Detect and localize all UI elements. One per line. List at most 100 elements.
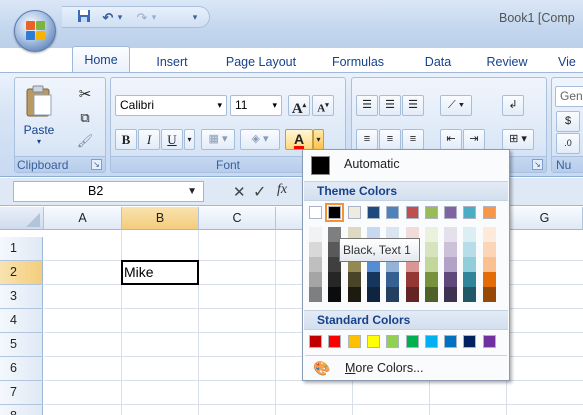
column-header-g[interactable]: G [507, 207, 583, 230]
alignment-launcher-icon[interactable]: ↘ [532, 159, 543, 170]
merge-center-icon[interactable]: ⊞ ▾ [502, 129, 534, 150]
theme-shade-swatch[interactable] [347, 287, 361, 302]
clipboard-launcher-icon[interactable]: ↘ [91, 159, 102, 170]
align-middle-icon[interactable]: ☰ [379, 95, 401, 116]
automatic-color-item[interactable]: Automatic [305, 152, 507, 178]
wrap-text-icon[interactable]: ↲ [502, 95, 524, 116]
align-bottom-icon[interactable]: ☰ [402, 95, 424, 116]
underline-dropdown[interactable]: ▾ [184, 129, 195, 150]
standard-color-swatch[interactable] [444, 335, 458, 348]
standard-color-swatch[interactable] [463, 335, 477, 348]
insert-function-icon[interactable]: fx [277, 182, 287, 198]
tab-data[interactable]: Data [420, 52, 456, 74]
paste-button[interactable]: Paste ▾ [19, 82, 59, 150]
standard-color-swatch[interactable] [482, 335, 496, 348]
theme-shade-swatch[interactable] [444, 272, 458, 287]
currency-icon[interactable]: $ [556, 111, 580, 132]
theme-shade-swatch[interactable] [405, 272, 419, 287]
align-center-icon[interactable]: ≡ [379, 129, 401, 150]
theme-color-swatch[interactable] [325, 203, 345, 222]
cancel-icon[interactable]: ✕ [233, 183, 246, 201]
theme-shade-swatch[interactable] [444, 257, 458, 272]
theme-color-swatch[interactable] [309, 206, 322, 219]
theme-shade-swatch[interactable] [366, 287, 380, 302]
select-all-corner[interactable] [0, 207, 44, 230]
theme-shade-swatch[interactable] [424, 257, 438, 272]
fill-color-button[interactable]: ◈ ▾ [240, 129, 280, 150]
grow-font-button[interactable]: A▴ [288, 95, 310, 117]
undo-icon[interactable]: ↶ [100, 9, 116, 26]
chevron-down-icon[interactable]: ▼ [187, 182, 197, 201]
align-top-icon[interactable]: ☰ [356, 95, 378, 116]
theme-shade-swatch[interactable] [366, 272, 380, 287]
theme-shade-swatch[interactable] [463, 227, 477, 242]
theme-shade-swatch[interactable] [347, 272, 361, 287]
format-painter-icon[interactable]: 🖌 [75, 130, 95, 151]
theme-color-swatch[interactable] [386, 206, 400, 219]
font-size-select[interactable]: 11 ▾ [230, 95, 282, 116]
standard-color-swatch[interactable] [366, 335, 380, 348]
increase-indent-icon[interactable]: ⇥ [463, 129, 485, 150]
redo-dropdown[interactable]: ▾ [150, 9, 158, 26]
theme-shade-swatch[interactable] [424, 227, 438, 242]
theme-shade-swatch[interactable] [424, 287, 438, 302]
theme-shade-swatch[interactable] [482, 287, 496, 302]
tab-insert[interactable]: Insert [149, 52, 195, 74]
row-header-5[interactable]: 5 [0, 333, 43, 357]
save-icon[interactable] [76, 9, 92, 26]
tab-view[interactable]: Vie [558, 52, 583, 74]
decimal-icon[interactable]: .0 [556, 133, 580, 154]
borders-button[interactable]: ▦ ▾ [201, 129, 235, 150]
theme-shade-swatch[interactable] [463, 287, 477, 302]
font-name-select[interactable]: Calibri ▾ [115, 95, 227, 116]
column-header-b[interactable]: B [122, 207, 199, 230]
row-header-4[interactable]: 4 [0, 309, 43, 333]
theme-shade-swatch[interactable] [424, 272, 438, 287]
theme-shade-swatch[interactable] [405, 287, 419, 302]
theme-shade-swatch[interactable] [463, 272, 477, 287]
decrease-indent-icon[interactable]: ⇤ [440, 129, 462, 150]
align-left-icon[interactable]: ≡ [356, 129, 378, 150]
customize-qat-icon[interactable]: ▾ [190, 9, 200, 26]
theme-shade-swatch[interactable] [463, 257, 477, 272]
font-color-dropdown[interactable]: ▾ [313, 129, 324, 150]
theme-shade-swatch[interactable] [328, 287, 342, 302]
theme-shade-swatch[interactable] [309, 257, 322, 272]
standard-color-swatch[interactable] [405, 335, 419, 348]
column-header-c[interactable]: C [199, 207, 276, 230]
theme-shade-swatch[interactable] [309, 272, 322, 287]
name-box[interactable]: B2 ▼ [13, 181, 204, 202]
theme-shade-swatch[interactable] [309, 227, 322, 242]
italic-button[interactable]: I [138, 129, 160, 150]
row-header-2[interactable]: 2 [0, 261, 43, 285]
align-right-icon[interactable]: ≡ [402, 129, 424, 150]
theme-shade-swatch[interactable] [424, 242, 438, 257]
cell-b2[interactable]: Mike [124, 264, 154, 280]
theme-shade-swatch[interactable] [463, 242, 477, 257]
standard-color-swatch[interactable] [328, 335, 342, 348]
row-header-6[interactable]: 6 [0, 357, 43, 381]
tab-page-layout[interactable]: Page Layout [221, 52, 301, 74]
shrink-font-button[interactable]: A▾ [312, 95, 334, 116]
office-button[interactable] [14, 10, 56, 52]
theme-shade-swatch[interactable] [309, 287, 322, 302]
more-colors-item[interactable]: 🎨 More Colors... [305, 355, 507, 379]
paste-dropdown-icon[interactable]: ▾ [19, 137, 59, 146]
row-header-8[interactable]: 8 [0, 405, 43, 415]
standard-color-swatch[interactable] [347, 335, 361, 348]
theme-shade-swatch[interactable] [482, 227, 496, 242]
font-color-button[interactable]: A [285, 129, 313, 150]
theme-color-swatch[interactable] [405, 206, 419, 219]
row-header-1[interactable]: 1 [0, 237, 43, 261]
theme-shade-swatch[interactable] [328, 272, 342, 287]
orientation-icon[interactable]: ⟋ ▾ [440, 95, 472, 116]
theme-color-swatch[interactable] [347, 206, 361, 219]
undo-dropdown[interactable]: ▾ [116, 9, 124, 26]
standard-color-swatch[interactable] [309, 335, 322, 348]
theme-shade-swatch[interactable] [444, 227, 458, 242]
enter-icon[interactable]: ✓ [253, 182, 266, 202]
theme-shade-swatch[interactable] [309, 242, 322, 257]
theme-color-swatch[interactable] [482, 206, 496, 219]
theme-color-swatch[interactable] [444, 206, 458, 219]
tab-home[interactable]: Home [72, 46, 130, 72]
